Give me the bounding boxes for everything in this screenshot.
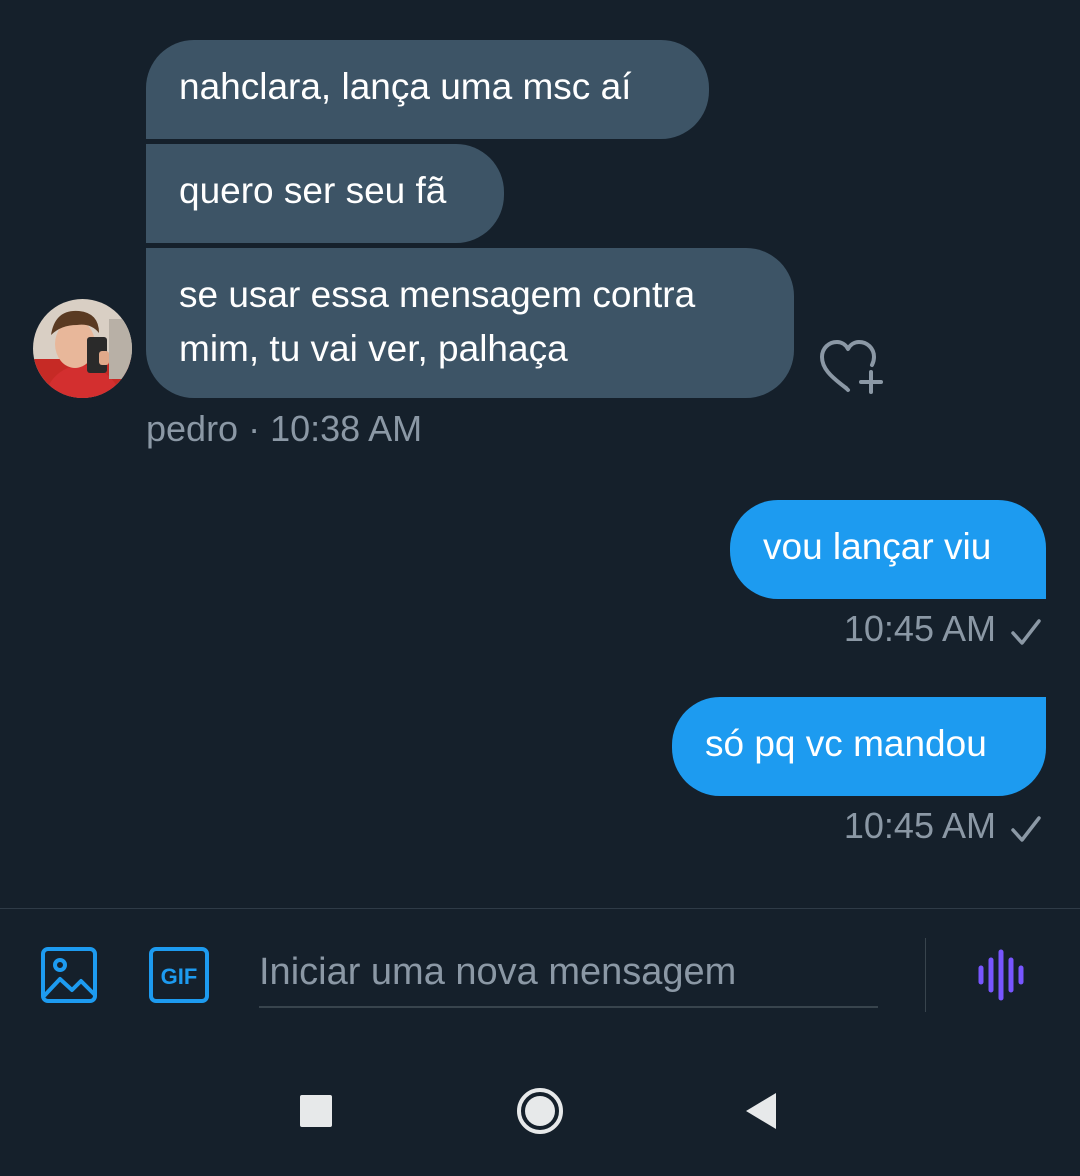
svg-text:GIF: GIF xyxy=(161,964,198,989)
gif-icon: GIF xyxy=(149,947,209,1003)
received-message[interactable]: se usar essa mensagem contra mim, tu vai… xyxy=(146,248,794,398)
received-message[interactable]: quero ser seu fã xyxy=(146,144,504,243)
dm-conversation-screen: nahclara, lança uma msc aí quero ser seu… xyxy=(0,0,1080,1176)
system-nav-bar xyxy=(0,1050,1080,1176)
message-meta: pedro · 10:38 AM xyxy=(146,408,423,449)
message-text: vou lançar viu xyxy=(763,526,992,567)
message-text: quero ser seu fã xyxy=(179,170,447,211)
received-message[interactable]: nahclara, lança uma msc aí xyxy=(146,40,709,139)
react-button[interactable] xyxy=(816,336,886,396)
back-button[interactable] xyxy=(742,1090,782,1132)
avatar[interactable] xyxy=(33,299,132,398)
sent-message[interactable]: vou lançar viu xyxy=(730,500,1046,599)
image-icon xyxy=(41,947,97,1003)
voice-message-button[interactable] xyxy=(975,948,1031,1002)
message-timestamp: 10:45 AM xyxy=(843,608,996,649)
sent-message[interactable]: só pq vc mandou xyxy=(672,697,1046,796)
message-text: só pq vc mandou xyxy=(705,723,987,764)
add-media-button[interactable] xyxy=(40,946,98,1004)
message-text: nahclara, lança uma msc aí xyxy=(179,66,632,107)
message-text: se usar essa mensagem contra mim, tu vai… xyxy=(179,274,696,369)
composer-separator xyxy=(925,938,926,1012)
avatar-photo xyxy=(33,299,132,398)
heart-add-icon xyxy=(820,340,883,394)
gif-button[interactable]: GIF xyxy=(148,946,210,1004)
check-icon xyxy=(1011,816,1041,842)
message-timestamp: 10:45 AM xyxy=(843,805,996,846)
composer-divider xyxy=(0,908,1080,909)
recent-apps-button[interactable] xyxy=(300,1095,332,1127)
check-icon xyxy=(1011,619,1041,645)
home-button[interactable] xyxy=(515,1086,565,1136)
voice-wave-icon xyxy=(978,949,1024,1001)
triangle-back-icon xyxy=(746,1093,776,1129)
circle-icon xyxy=(517,1088,563,1134)
message-input[interactable] xyxy=(259,938,878,1008)
